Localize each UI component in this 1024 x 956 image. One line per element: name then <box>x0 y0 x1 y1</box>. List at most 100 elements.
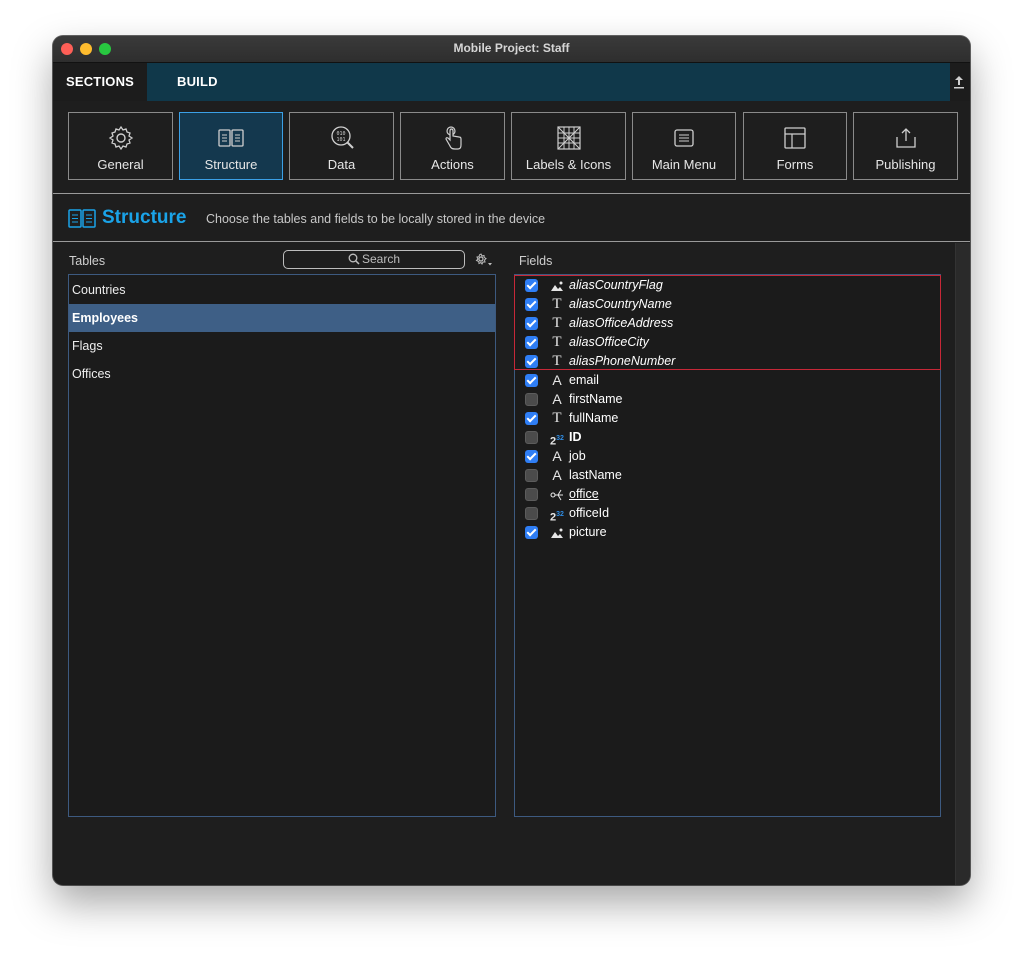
divider <box>53 193 970 194</box>
labels-icons-button[interactable]: Labels & Icons <box>511 112 626 180</box>
data-icon: 010 101 <box>330 126 354 149</box>
field-row[interactable]: A lastName <box>515 466 940 485</box>
title-bar: Mobile Project: Staff <box>53 36 970 63</box>
svg-text:101: 101 <box>336 137 345 143</box>
picture-type-icon <box>549 524 565 541</box>
field-checkbox[interactable] <box>525 526 538 539</box>
integer-type-icon: 232 <box>550 511 564 524</box>
publish-icon <box>895 128 916 148</box>
field-row[interactable]: A email <box>515 371 940 390</box>
field-name: fullName <box>569 411 619 425</box>
structure-button[interactable]: Structure <box>179 112 283 180</box>
tables-list: Countries Employees Flags Offices <box>68 274 496 817</box>
forms-icon <box>784 127 806 149</box>
search-input[interactable]: Search <box>283 250 465 269</box>
field-row[interactable]: T aliasOfficeAddress <box>515 314 940 333</box>
field-row[interactable]: aliasCountryFlag <box>515 276 940 295</box>
gear-icon <box>108 125 133 151</box>
field-row[interactable]: 232 officeId <box>515 504 940 524</box>
general-button[interactable]: General <box>68 112 173 180</box>
field-row[interactable]: T aliasPhoneNumber <box>515 352 940 371</box>
forms-button[interactable]: Forms <box>743 112 847 180</box>
field-name: picture <box>569 525 607 539</box>
field-checkbox[interactable] <box>525 450 538 463</box>
general-label: General <box>97 157 144 172</box>
field-name: office <box>569 487 599 501</box>
upload-icon[interactable] <box>954 75 964 89</box>
field-checkbox[interactable] <box>525 393 538 406</box>
text-type-icon: T <box>552 315 562 331</box>
text-type-icon: T <box>552 410 562 426</box>
search-placeholder: Search <box>361 252 401 266</box>
tables-label: Tables <box>69 254 106 268</box>
publishing-label: Publishing <box>875 157 936 172</box>
table-row[interactable]: Flags <box>69 332 495 360</box>
field-checkbox[interactable] <box>525 355 538 368</box>
field-name: job <box>569 449 586 463</box>
section-header: Structure Choose the tables and fields t… <box>53 196 970 240</box>
main-menu-label: Main Menu <box>651 157 717 172</box>
field-checkbox[interactable] <box>525 469 538 482</box>
field-checkbox[interactable] <box>525 412 538 425</box>
field-name: aliasPhoneNumber <box>569 354 676 368</box>
structure-icon <box>218 129 244 147</box>
field-name: email <box>569 373 599 387</box>
field-name: lastName <box>569 468 622 482</box>
field-checkbox[interactable] <box>525 317 538 330</box>
table-row[interactable]: Countries <box>69 276 495 304</box>
tab-build[interactable]: BUILD <box>147 63 950 101</box>
relation-type-icon <box>549 486 565 503</box>
field-name: firstName <box>569 392 623 406</box>
data-label: Data <box>327 157 356 172</box>
table-row[interactable]: Offices <box>69 360 495 388</box>
top-tab-bar: SECTIONS BUILD <box>53 63 970 101</box>
field-name: aliasOfficeAddress <box>569 316 674 330</box>
actions-button[interactable]: Actions <box>400 112 505 180</box>
page-description: Choose the tables and fields to be local… <box>206 212 546 226</box>
labels-icons-label: Labels & Icons <box>525 157 612 172</box>
picture-type-icon <box>549 277 565 294</box>
field-row[interactable]: A firstName <box>515 390 940 409</box>
field-name: ID <box>569 430 582 444</box>
field-name: aliasCountryName <box>569 297 672 311</box>
text-type-icon: T <box>552 296 562 312</box>
field-checkbox[interactable] <box>525 336 538 349</box>
fields-label: Fields <box>519 254 553 268</box>
field-checkbox[interactable] <box>525 298 538 311</box>
main-menu-button[interactable]: Main Menu <box>632 112 736 180</box>
table-row[interactable]: Employees <box>69 304 495 332</box>
data-button[interactable]: 010 101 Data <box>289 112 394 180</box>
search-icon <box>348 253 360 265</box>
field-checkbox[interactable] <box>525 431 538 444</box>
field-name: aliasOfficeCity <box>569 335 649 349</box>
field-name: officeId <box>569 506 610 520</box>
structure-icon <box>68 209 96 228</box>
field-row[interactable]: picture <box>515 523 940 542</box>
alpha-type-icon: A <box>552 372 562 388</box>
text-type-icon: T <box>552 353 562 369</box>
field-row[interactable]: T aliasCountryName <box>515 295 940 314</box>
gear-dropdown-icon[interactable] <box>475 253 493 267</box>
labels-icon <box>556 126 581 150</box>
alpha-type-icon: A <box>552 448 562 464</box>
tab-sections[interactable]: SECTIONS <box>53 63 147 101</box>
field-row[interactable]: A job <box>515 447 940 466</box>
field-row[interactable]: T fullName <box>515 409 940 428</box>
page-title: Structure <box>102 207 187 228</box>
fields-list: aliasCountryFlag T aliasCountryName T al… <box>514 274 941 817</box>
integer-type-icon: 232 <box>550 435 564 448</box>
text-type-icon: T <box>552 334 562 350</box>
vertical-scrollbar[interactable] <box>955 243 970 885</box>
alpha-type-icon: A <box>552 391 562 407</box>
field-checkbox[interactable] <box>525 279 538 292</box>
hand-pointer-icon <box>444 126 462 150</box>
field-row[interactable]: office <box>515 485 940 504</box>
field-row[interactable]: 232 ID <box>515 428 940 448</box>
field-checkbox[interactable] <box>525 488 538 501</box>
field-checkbox[interactable] <box>525 507 538 520</box>
publishing-button[interactable]: Publishing <box>853 112 958 180</box>
field-row[interactable]: T aliasOfficeCity <box>515 333 940 352</box>
divider <box>53 241 970 242</box>
field-checkbox[interactable] <box>525 374 538 387</box>
menu-icon <box>674 129 694 147</box>
